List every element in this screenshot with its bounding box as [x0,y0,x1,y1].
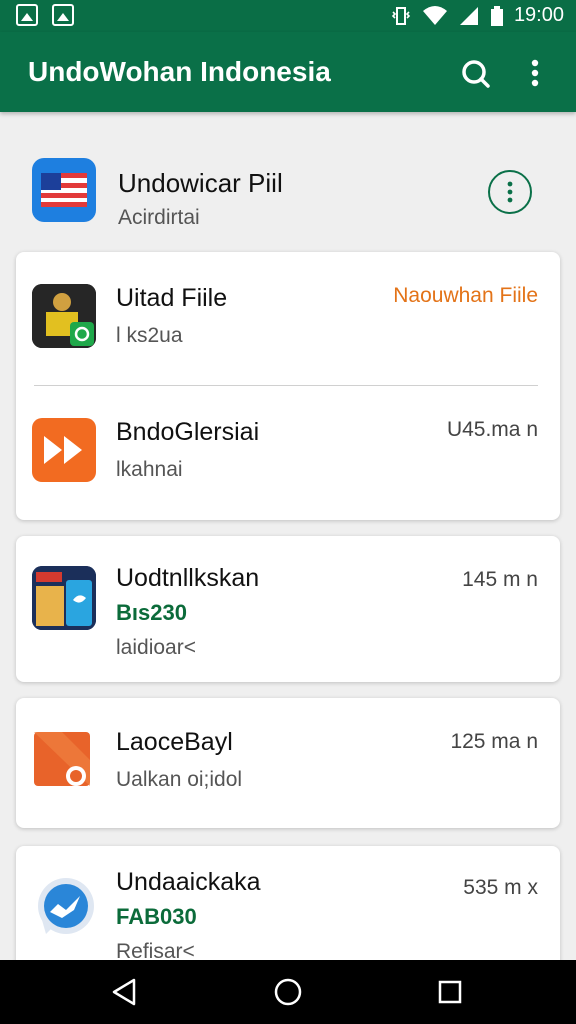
header-more-button[interactable] [488,170,532,214]
item-price: FAB030 [116,904,197,929]
navigation-bar [0,960,576,1024]
overflow-menu-button[interactable] [518,56,552,90]
folder-app-icon [32,728,96,792]
chat-bubble-icon [32,876,96,940]
signal-icon [459,6,478,25]
wifi-icon [422,5,447,25]
featured-header[interactable]: Undowicar Piil Acirdirtai [0,140,576,240]
item-subtitle: laidioar< [116,636,196,659]
app-card: Uitad Fiile l ks2ua Naouwhan Fiile BndoG… [16,252,560,520]
list-item[interactable]: Uodtnllkskan Bıs230 laidioar< 145 m n [16,536,560,682]
item-subtitle: Ualkan oi;idol [116,768,243,791]
item-price: Bıs230 [116,600,187,625]
app-title: UndoWohan Indonesia [28,56,331,87]
item-meta: 125 ma n [450,730,538,753]
clock: 19:00 [513,4,564,26]
item-meta: 145 m n [462,568,538,591]
search-button[interactable] [458,56,492,90]
photo-app-icon [32,284,96,348]
home-button[interactable] [270,974,306,1010]
app-bar: UndoWohan Indonesia [0,32,576,112]
item-title: LaoceBayl [116,728,233,756]
item-title: Undaaickaka [116,868,261,896]
app-card: LaoceBayl Ualkan oi;idol 125 ma n [16,698,560,828]
gallery-icon [16,4,38,26]
item-title: Uitad Fiile [116,284,228,312]
item-subtitle: lkahnai [116,458,183,481]
header-subtitle: Acirdirtai [118,206,200,229]
item-title: Uodtnllkskan [116,564,260,592]
list-item[interactable]: LaoceBayl Ualkan oi;idol 125 ma n [16,698,560,828]
image-icon [52,4,74,26]
item-meta: 535 m x [463,876,538,899]
list-item[interactable]: Undaaickaka FAB030 Refisar< 535 m x [16,846,560,976]
item-subtitle: l ks2ua [116,324,183,347]
flag-icon [32,158,96,222]
item-meta: U45.ma n [446,418,538,441]
home-icon [274,978,302,1006]
vibrate-icon [391,6,411,25]
back-icon [112,978,136,1006]
header-title: Undowicar Piil [118,168,283,198]
status-bar: 19:00 [0,0,576,32]
recents-button[interactable] [432,974,468,1010]
item-meta: Naouwhan Fiile [393,284,538,307]
collage-app-icon [32,566,96,630]
list-item[interactable]: Uitad Fiile l ks2ua Naouwhan Fiile [16,252,560,382]
app-card: Undaaickaka FAB030 Refisar< 535 m x [16,846,560,976]
item-title: BndoGlersiai [116,418,260,446]
search-icon [462,60,490,88]
battery-icon [490,5,503,26]
list-item[interactable]: BndoGlersiai lkahnai U45.ma n [16,386,560,516]
fast-forward-icon [32,418,96,482]
more-vert-icon [507,181,513,203]
recents-icon [438,980,462,1004]
more-vert-icon [531,59,539,87]
back-button[interactable] [106,974,142,1010]
app-card: Uodtnllkskan Bıs230 laidioar< 145 m n [16,536,560,682]
